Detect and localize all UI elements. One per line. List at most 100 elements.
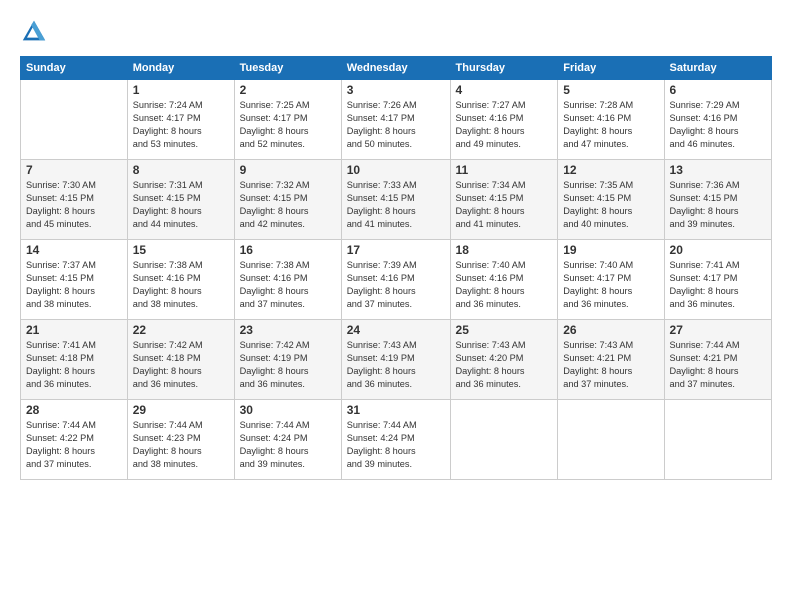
day-info: Sunrise: 7:30 AMSunset: 4:15 PMDaylight:… <box>26 179 122 231</box>
day-info: Sunrise: 7:40 AMSunset: 4:17 PMDaylight:… <box>563 259 658 311</box>
calendar-cell: 16 Sunrise: 7:38 AMSunset: 4:16 PMDayligh… <box>234 240 341 320</box>
day-number: 29 <box>133 403 229 417</box>
calendar-cell: 31 Sunrise: 7:44 AMSunset: 4:24 PMDayligh… <box>341 400 450 480</box>
day-number: 8 <box>133 163 229 177</box>
calendar-cell: 6 Sunrise: 7:29 AMSunset: 4:16 PMDaylight… <box>664 80 771 160</box>
week-row-0: 1 Sunrise: 7:24 AMSunset: 4:17 PMDaylight… <box>21 80 772 160</box>
day-number: 1 <box>133 83 229 97</box>
calendar-cell: 5Sunrise: 7:28 AMSunset: 4:16 PMDaylight… <box>558 80 664 160</box>
calendar-table: SundayMondayTuesdayWednesdayThursdayFrid… <box>20 56 772 480</box>
day-info: Sunrise: 7:36 AMSunset: 4:15 PMDaylight:… <box>670 179 766 231</box>
calendar-cell <box>558 400 664 480</box>
day-info: Sunrise: 7:24 AMSunset: 4:17 PMDaylight:… <box>133 99 229 151</box>
day-number: 25 <box>456 323 553 337</box>
day-info: Sunrise: 7:38 AMSunset: 4:16 PMDaylight:… <box>133 259 229 311</box>
day-info: Sunrise: 7:43 AMSunset: 4:19 PMDaylight:… <box>347 339 445 391</box>
day-info: Sunrise: 7:41 AMSunset: 4:18 PMDaylight:… <box>26 339 122 391</box>
day-number: 19 <box>563 243 658 257</box>
calendar-cell <box>21 80 128 160</box>
logo-icon <box>20 18 48 46</box>
calendar-cell: 12 Sunrise: 7:35 AMSunset: 4:15 PMDayligh… <box>558 160 664 240</box>
calendar-cell: 10Sunrise: 7:33 AMSunset: 4:15 PMDayligh… <box>341 160 450 240</box>
day-number: 14 <box>26 243 122 257</box>
day-info: Sunrise: 7:35 AMSunset: 4:15 PMDaylight:… <box>563 179 658 231</box>
week-row-3: 21 Sunrise: 7:41 AMSunset: 4:18 PMDayligh… <box>21 320 772 400</box>
day-info: Sunrise: 7:39 AMSunset: 4:16 PMDaylight:… <box>347 259 445 311</box>
day-number: 7 <box>26 163 122 177</box>
day-info: Sunrise: 7:44 AMSunset: 4:24 PMDaylight:… <box>347 419 445 471</box>
page: SundayMondayTuesdayWednesdayThursdayFrid… <box>0 0 792 612</box>
calendar-cell: 30Sunrise: 7:44 AMSunset: 4:24 PMDayligh… <box>234 400 341 480</box>
day-header-sunday: Sunday <box>21 57 128 80</box>
day-info: Sunrise: 7:26 AMSunset: 4:17 PMDaylight:… <box>347 99 445 151</box>
day-info: Sunrise: 7:27 AMSunset: 4:16 PMDaylight:… <box>456 99 553 151</box>
day-info: Sunrise: 7:42 AMSunset: 4:18 PMDaylight:… <box>133 339 229 391</box>
day-number: 20 <box>670 243 766 257</box>
calendar-cell: 8 Sunrise: 7:31 AMSunset: 4:15 PMDaylight… <box>127 160 234 240</box>
calendar-cell: 15 Sunrise: 7:38 AMSunset: 4:16 PMDayligh… <box>127 240 234 320</box>
day-number: 21 <box>26 323 122 337</box>
day-info: Sunrise: 7:29 AMSunset: 4:16 PMDaylight:… <box>670 99 766 151</box>
calendar-cell: 20Sunrise: 7:41 AMSunset: 4:17 PMDayligh… <box>664 240 771 320</box>
day-info: Sunrise: 7:33 AMSunset: 4:15 PMDaylight:… <box>347 179 445 231</box>
day-info: Sunrise: 7:43 AMSunset: 4:20 PMDaylight:… <box>456 339 553 391</box>
day-header-monday: Monday <box>127 57 234 80</box>
week-row-1: 7 Sunrise: 7:30 AMSunset: 4:15 PMDaylight… <box>21 160 772 240</box>
calendar-cell: 24 Sunrise: 7:43 AMSunset: 4:19 PMDayligh… <box>341 320 450 400</box>
calendar-cell: 9Sunrise: 7:32 AMSunset: 4:15 PMDaylight… <box>234 160 341 240</box>
day-info: Sunrise: 7:34 AMSunset: 4:15 PMDaylight:… <box>456 179 553 231</box>
day-number: 12 <box>563 163 658 177</box>
day-number: 31 <box>347 403 445 417</box>
day-number: 22 <box>133 323 229 337</box>
calendar-cell: 1 Sunrise: 7:24 AMSunset: 4:17 PMDaylight… <box>127 80 234 160</box>
day-info: Sunrise: 7:44 AMSunset: 4:21 PMDaylight:… <box>670 339 766 391</box>
calendar-cell: 22 Sunrise: 7:42 AMSunset: 4:18 PMDayligh… <box>127 320 234 400</box>
calendar-cell: 3Sunrise: 7:26 AMSunset: 4:17 PMDaylight… <box>341 80 450 160</box>
day-header-wednesday: Wednesday <box>341 57 450 80</box>
day-info: Sunrise: 7:40 AMSunset: 4:16 PMDaylight:… <box>456 259 553 311</box>
day-number: 18 <box>456 243 553 257</box>
day-number: 6 <box>670 83 766 97</box>
calendar-cell: 7 Sunrise: 7:30 AMSunset: 4:15 PMDaylight… <box>21 160 128 240</box>
day-number: 16 <box>240 243 336 257</box>
calendar-cell: 26 Sunrise: 7:43 AMSunset: 4:21 PMDayligh… <box>558 320 664 400</box>
calendar-cell: 29 Sunrise: 7:44 AMSunset: 4:23 PMDayligh… <box>127 400 234 480</box>
calendar-cell <box>450 400 558 480</box>
calendar-body: 1 Sunrise: 7:24 AMSunset: 4:17 PMDaylight… <box>21 80 772 480</box>
day-header-saturday: Saturday <box>664 57 771 80</box>
calendar-cell: 19 Sunrise: 7:40 AMSunset: 4:17 PMDayligh… <box>558 240 664 320</box>
calendar-cell: 13 Sunrise: 7:36 AMSunset: 4:15 PMDayligh… <box>664 160 771 240</box>
day-number: 28 <box>26 403 122 417</box>
calendar-cell: 4Sunrise: 7:27 AMSunset: 4:16 PMDaylight… <box>450 80 558 160</box>
day-info: Sunrise: 7:38 AMSunset: 4:16 PMDaylight:… <box>240 259 336 311</box>
calendar-cell <box>664 400 771 480</box>
day-info: Sunrise: 7:44 AMSunset: 4:24 PMDaylight:… <box>240 419 336 471</box>
calendar-cell: 28Sunrise: 7:44 AMSunset: 4:22 PMDayligh… <box>21 400 128 480</box>
day-number: 13 <box>670 163 766 177</box>
calendar-cell: 21 Sunrise: 7:41 AMSunset: 4:18 PMDayligh… <box>21 320 128 400</box>
calendar-cell: 18 Sunrise: 7:40 AMSunset: 4:16 PMDayligh… <box>450 240 558 320</box>
calendar-cell: 23Sunrise: 7:42 AMSunset: 4:19 PMDayligh… <box>234 320 341 400</box>
header <box>20 18 772 46</box>
day-info: Sunrise: 7:32 AMSunset: 4:15 PMDaylight:… <box>240 179 336 231</box>
day-info: Sunrise: 7:44 AMSunset: 4:23 PMDaylight:… <box>133 419 229 471</box>
day-header-tuesday: Tuesday <box>234 57 341 80</box>
day-number: 2 <box>240 83 336 97</box>
day-info: Sunrise: 7:28 AMSunset: 4:16 PMDaylight:… <box>563 99 658 151</box>
day-info: Sunrise: 7:31 AMSunset: 4:15 PMDaylight:… <box>133 179 229 231</box>
day-number: 26 <box>563 323 658 337</box>
day-number: 15 <box>133 243 229 257</box>
day-header-thursday: Thursday <box>450 57 558 80</box>
day-info: Sunrise: 7:25 AMSunset: 4:17 PMDaylight:… <box>240 99 336 151</box>
day-info: Sunrise: 7:43 AMSunset: 4:21 PMDaylight:… <box>563 339 658 391</box>
calendar-header: SundayMondayTuesdayWednesdayThursdayFrid… <box>21 57 772 80</box>
calendar-cell: 14Sunrise: 7:37 AMSunset: 4:15 PMDayligh… <box>21 240 128 320</box>
day-header-friday: Friday <box>558 57 664 80</box>
day-number: 17 <box>347 243 445 257</box>
day-number: 24 <box>347 323 445 337</box>
calendar-cell: 11Sunrise: 7:34 AMSunset: 4:15 PMDayligh… <box>450 160 558 240</box>
header-row: SundayMondayTuesdayWednesdayThursdayFrid… <box>21 57 772 80</box>
calendar-cell: 2 Sunrise: 7:25 AMSunset: 4:17 PMDaylight… <box>234 80 341 160</box>
logo <box>20 18 52 46</box>
day-info: Sunrise: 7:42 AMSunset: 4:19 PMDaylight:… <box>240 339 336 391</box>
